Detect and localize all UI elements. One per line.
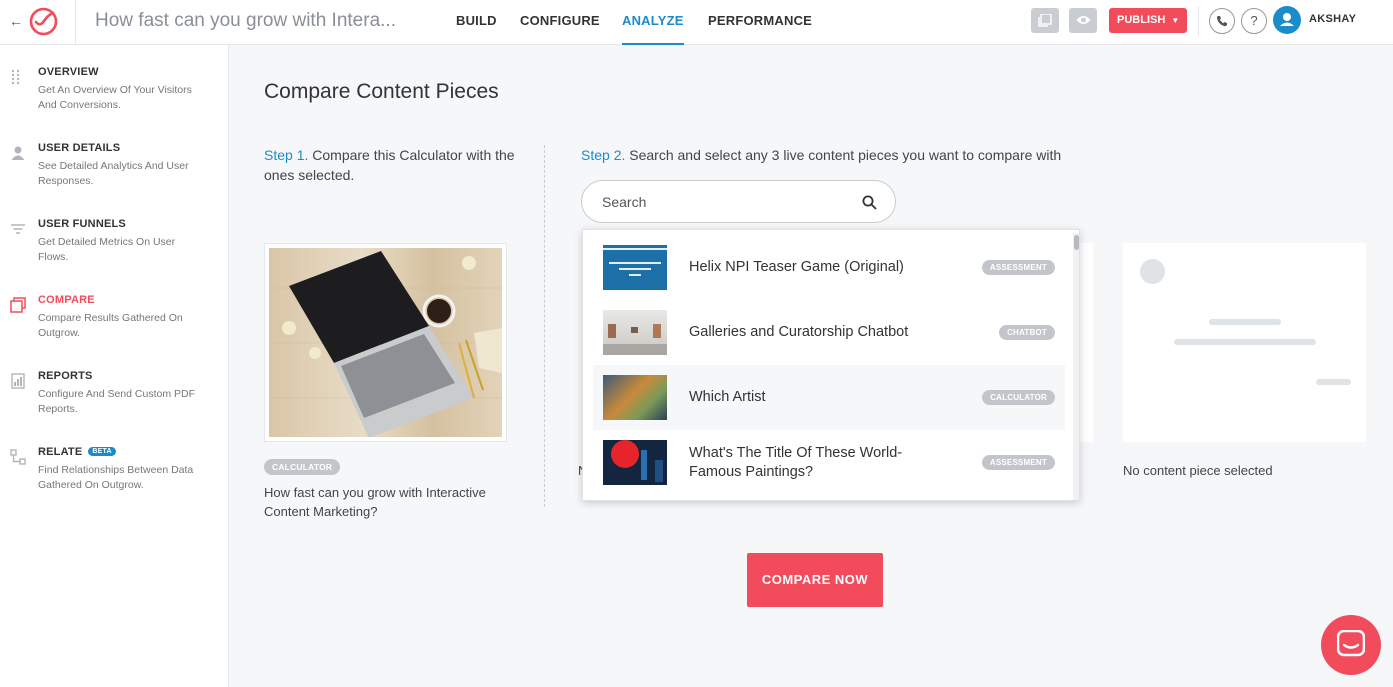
compare-slot-3-empty-text: No content piece selected <box>1123 463 1273 478</box>
sidebar-item-desc: Configure And Send Custom PDF Reports. <box>38 388 195 415</box>
sidebar-item-user-funnels[interactable]: USER FUNNELS Get Detailed Metrics On Use… <box>0 218 229 288</box>
sidebar-item-desc: Get An Overview Of Your Visitors And Con… <box>38 84 192 111</box>
sidebar-item-title: USER DETAILS <box>38 142 121 154</box>
sidebar-item-title: COMPARE <box>38 294 95 306</box>
search-result-item[interactable]: Helix NPI Teaser Game (Original) ASSESSM… <box>593 235 1065 300</box>
top-bar: ← How fast can you grow with Intera... B… <box>0 0 1393 45</box>
sidebar-item-title: REPORTS <box>38 370 93 382</box>
result-type-badge: CHATBOT <box>999 325 1055 340</box>
placeholder-line <box>1316 379 1351 385</box>
search-results-dropdown: Helix NPI Teaser Game (Original) ASSESSM… <box>582 229 1080 501</box>
sidebar-item-title: USER FUNNELS <box>38 218 126 230</box>
page-title: Compare Content Pieces <box>264 80 499 103</box>
result-thumbnail <box>603 245 667 290</box>
result-type-badge: ASSESSMENT <box>981 455 1055 470</box>
placeholder-line <box>1209 319 1281 325</box>
chat-launcher-button[interactable] <box>1321 615 1381 675</box>
sidebar-item-compare[interactable]: COMPARE Compare Results Gathered On Outg… <box>0 294 229 364</box>
step-2-description: Search and select any 3 live content pie… <box>629 147 1062 163</box>
dropdown-scrollbar[interactable] <box>1073 233 1079 500</box>
sidebar-item-title: OVERVIEW <box>38 66 99 78</box>
placeholder-line <box>1174 339 1316 345</box>
sidebar-item-desc: Compare Results Gathered On Outgrow. <box>38 312 183 339</box>
result-thumbnail <box>603 310 667 355</box>
step-1-text: Step 1. Compare this Calculator with the… <box>264 145 524 185</box>
search-result-item[interactable]: Which Artist CALCULATOR <box>593 365 1065 430</box>
compare-slot-3[interactable] <box>1123 243 1366 442</box>
compare-now-button[interactable]: COMPARE NOW <box>747 553 883 607</box>
placeholder-avatar <box>1140 259 1165 284</box>
result-name: Which Artist <box>689 389 766 405</box>
sidebar-item-reports[interactable]: REPORTS Configure And Send Custom PDF Re… <box>0 370 229 440</box>
result-type-badge: CALCULATOR <box>982 390 1055 405</box>
user-icon <box>11 146 25 160</box>
content-type-badge: CALCULATOR <box>264 459 341 475</box>
outgrow-logo[interactable] <box>27 4 60 37</box>
publish-button[interactable]: PUBLISH ▼ <box>1109 8 1187 33</box>
search-input[interactable] <box>602 191 852 213</box>
nav-performance[interactable]: PERFORMANCE <box>708 0 812 45</box>
topbar-divider-2 <box>1198 6 1199 36</box>
result-thumbnail <box>603 440 667 485</box>
current-content-name: How fast can you grow with Interactive C… <box>264 485 486 519</box>
grid-dots-icon <box>11 69 20 85</box>
preview-button[interactable] <box>1069 8 1097 33</box>
templates-button[interactable] <box>1031 8 1059 33</box>
sidebar-item-desc: See Detailed Analytics And User Response… <box>38 160 189 187</box>
sidebar-item-overview[interactable]: OVERVIEW Get An Overview Of Your Visitor… <box>0 66 229 136</box>
search-result-item[interactable]: Galleries and Curatorship Chatbot CHATBO… <box>593 300 1065 365</box>
result-thumbnail <box>603 375 667 420</box>
user-icon <box>1280 13 1294 26</box>
pages-icon <box>1038 14 1052 27</box>
scrollbar-thumb[interactable] <box>1074 235 1079 250</box>
result-name: Helix NPI Teaser Game (Original) <box>689 259 904 275</box>
result-name: What's The Title Of These World-Famous P… <box>689 445 903 480</box>
nav-build[interactable]: BUILD <box>456 0 497 45</box>
eye-icon <box>1076 16 1091 24</box>
publish-label: PUBLISH <box>1117 14 1166 26</box>
sidebar-item-desc: Get Detailed Metrics On User Flows. <box>38 236 176 263</box>
sidebar-item-title: RELATE BETA <box>38 446 116 458</box>
sidebar-item-user-details[interactable]: USER DETAILS See Detailed Analytics And … <box>0 142 229 212</box>
app-title: How fast can you grow with Intera... <box>95 10 396 31</box>
username[interactable]: AKSHAY <box>1309 13 1356 25</box>
beta-badge: BETA <box>88 446 116 456</box>
nav-analyze[interactable]: ANALYZE <box>622 0 684 45</box>
sidebar-item-desc: Find Relationships Between Data Gathered… <box>38 464 194 491</box>
compare-icon <box>10 297 26 313</box>
funnel-icon <box>11 224 25 234</box>
laptop-illustration <box>269 251 502 437</box>
step-divider <box>544 145 545 507</box>
sidebar-item-relate[interactable]: RELATE BETA Find Relationships Between Da… <box>0 446 229 516</box>
help-button[interactable]: ? <box>1241 8 1267 34</box>
report-icon <box>11 373 25 389</box>
sidebar: OVERVIEW Get An Overview Of Your Visitor… <box>0 45 229 687</box>
search-result-item[interactable]: What's The Title Of These World-Famous P… <box>593 430 1065 495</box>
step-2-text: Step 2. Search and select any 3 live con… <box>581 145 1061 165</box>
step-1-label: Step 1. <box>264 147 309 163</box>
nav-configure[interactable]: CONFIGURE <box>520 0 600 45</box>
relate-icon <box>10 449 26 465</box>
phone-button[interactable] <box>1209 8 1235 34</box>
result-name: Galleries and Curatorship Chatbot <box>689 324 909 340</box>
phone-icon <box>1216 16 1227 27</box>
chat-icon <box>1337 630 1365 657</box>
current-content-thumbnail <box>264 243 507 442</box>
sidebar-item-label: RELATE <box>38 446 83 458</box>
laptop-photo <box>269 248 502 437</box>
search-icon[interactable] <box>862 195 877 210</box>
search-box[interactable] <box>581 180 896 223</box>
topbar-divider <box>75 0 76 45</box>
back-arrow-icon[interactable]: ← <box>8 12 24 30</box>
avatar[interactable] <box>1273 6 1301 34</box>
chevron-down-icon: ▼ <box>1171 16 1180 25</box>
result-type-badge: ASSESSMENT <box>981 260 1055 275</box>
step-2-label: Step 2. <box>581 147 626 163</box>
